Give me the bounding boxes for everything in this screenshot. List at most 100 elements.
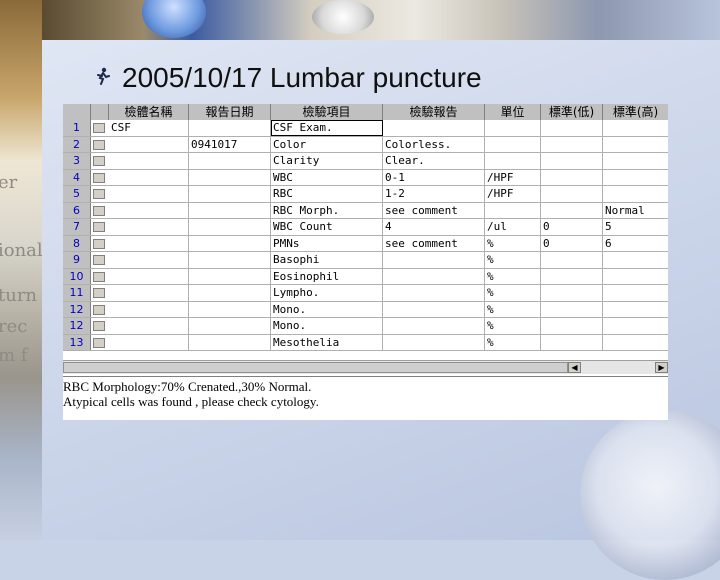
cell-low[interactable] — [541, 318, 603, 334]
cell-item[interactable]: Mono. — [271, 318, 383, 334]
row-detail-button[interactable] — [93, 205, 105, 216]
table-row[interactable]: 2 0941017 Color Colorless. — [63, 136, 668, 153]
cell-low[interactable] — [541, 153, 603, 169]
cell-item[interactable]: Lympho. — [271, 285, 383, 301]
cell-date[interactable] — [189, 334, 271, 350]
cell-unit[interactable] — [485, 202, 541, 218]
cell-low[interactable]: 0 — [541, 235, 603, 251]
cell-unit[interactable]: % — [485, 268, 541, 284]
cell-date[interactable] — [189, 153, 271, 169]
table-row[interactable]: 12 Mono.% — [63, 318, 668, 335]
cell-specimen[interactable] — [109, 186, 189, 202]
cell-date[interactable] — [189, 235, 271, 251]
cell-unit[interactable]: /HPF — [485, 169, 541, 185]
cell-date[interactable] — [189, 202, 271, 218]
cell-result[interactable] — [383, 252, 485, 268]
row-number[interactable]: 13 — [63, 334, 91, 350]
column-header-date[interactable]: 報告日期 — [189, 104, 271, 120]
cell-low[interactable] — [541, 334, 603, 350]
row-detail-button[interactable] — [93, 271, 105, 282]
cell-unit[interactable]: % — [485, 285, 541, 301]
table-row[interactable]: 9 Basophi% — [63, 252, 668, 269]
column-header-specimen[interactable]: 檢體名稱 — [109, 104, 189, 120]
cell-specimen[interactable] — [109, 268, 189, 284]
cell-result[interactable]: Colorless. — [383, 136, 485, 152]
row-detail-button[interactable] — [93, 238, 105, 249]
row-number[interactable]: 10 — [63, 268, 91, 284]
table-row[interactable]: 11 Lympho.% — [63, 285, 668, 302]
row-detail-button[interactable] — [93, 222, 105, 232]
cell-high[interactable] — [603, 153, 668, 169]
cell-high[interactable] — [603, 252, 668, 268]
cell-specimen[interactable] — [109, 136, 189, 152]
cell-result[interactable]: 4 — [383, 219, 485, 235]
cell-unit[interactable]: /ul — [485, 219, 541, 235]
cell-high[interactable] — [603, 120, 668, 136]
row-number[interactable]: 4 — [63, 169, 91, 185]
cell-specimen[interactable] — [109, 285, 189, 301]
cell-high[interactable]: 5 — [603, 219, 668, 235]
cell-specimen[interactable]: CSF — [109, 120, 189, 136]
cell-high[interactable] — [603, 170, 668, 186]
row-detail-button[interactable] — [93, 123, 105, 133]
cell-unit[interactable] — [485, 120, 541, 136]
cell-date[interactable] — [189, 252, 271, 268]
row-number[interactable]: 3 — [63, 153, 91, 169]
cell-result[interactable]: see comment — [383, 235, 485, 251]
cell-item[interactable]: CSF Exam. — [271, 120, 383, 136]
cell-high[interactable] — [603, 137, 668, 153]
cell-high[interactable] — [603, 269, 668, 285]
cell-unit[interactable]: % — [485, 252, 541, 268]
cell-result[interactable] — [383, 318, 485, 334]
row-detail-button[interactable] — [93, 172, 105, 183]
cell-date[interactable] — [189, 169, 271, 185]
cell-specimen[interactable] — [109, 334, 189, 350]
row-detail-button[interactable] — [93, 337, 105, 348]
row-detail-button[interactable] — [93, 156, 105, 166]
cell-unit[interactable] — [485, 153, 541, 169]
cell-low[interactable] — [541, 285, 603, 301]
row-number[interactable]: 7 — [63, 219, 91, 235]
cell-specimen[interactable] — [109, 252, 189, 268]
cell-specimen[interactable] — [109, 219, 189, 235]
cell-low[interactable] — [541, 301, 603, 317]
cell-date[interactable] — [189, 268, 271, 284]
cell-result[interactable] — [383, 334, 485, 350]
row-number[interactable]: 12 — [63, 318, 91, 334]
table-row[interactable]: 6 RBC Morph. see comment Normal — [63, 202, 668, 219]
cell-specimen[interactable] — [109, 169, 189, 185]
cell-item[interactable]: Mesothelia — [271, 334, 383, 350]
row-detail-button[interactable] — [93, 255, 105, 265]
cell-item[interactable]: WBC — [271, 169, 383, 185]
row-number[interactable]: 1 — [63, 120, 91, 136]
cell-item[interactable]: RBC Morph. — [271, 202, 383, 218]
cell-date[interactable] — [189, 219, 271, 235]
cell-high[interactable]: 6 — [603, 236, 668, 252]
horizontal-scrollbar[interactable]: ◀ ▶ — [63, 360, 668, 374]
cell-date[interactable] — [189, 318, 271, 334]
cell-item[interactable]: Eosinophil — [271, 268, 383, 284]
cell-low[interactable]: 0 — [541, 219, 603, 235]
cell-specimen[interactable] — [109, 235, 189, 251]
table-row[interactable]: 4 WBC 0-1/HPF — [63, 169, 668, 186]
cell-low[interactable] — [541, 202, 603, 218]
cell-low[interactable] — [541, 268, 603, 284]
row-number[interactable]: 6 — [63, 202, 91, 218]
cell-item[interactable]: Clarity — [271, 153, 383, 169]
table-row[interactable]: 7 WBC Count 4/ul 0 5 — [63, 219, 668, 236]
row-detail-button[interactable] — [93, 288, 105, 298]
cell-result[interactable] — [383, 268, 485, 284]
row-detail-button[interactable] — [93, 304, 105, 315]
cell-date[interactable] — [189, 285, 271, 301]
cell-specimen[interactable] — [109, 202, 189, 218]
cell-low[interactable] — [541, 186, 603, 202]
row-number[interactable]: 12 — [63, 301, 91, 317]
cell-low[interactable] — [541, 136, 603, 152]
cell-unit[interactable]: % — [485, 334, 541, 350]
column-header-low[interactable]: 標準(低) — [541, 104, 603, 120]
cell-result[interactable] — [383, 120, 485, 136]
cell-high[interactable] — [603, 318, 668, 334]
cell-unit[interactable]: % — [485, 318, 541, 334]
cell-result[interactable] — [383, 301, 485, 317]
cell-low[interactable] — [541, 252, 603, 268]
